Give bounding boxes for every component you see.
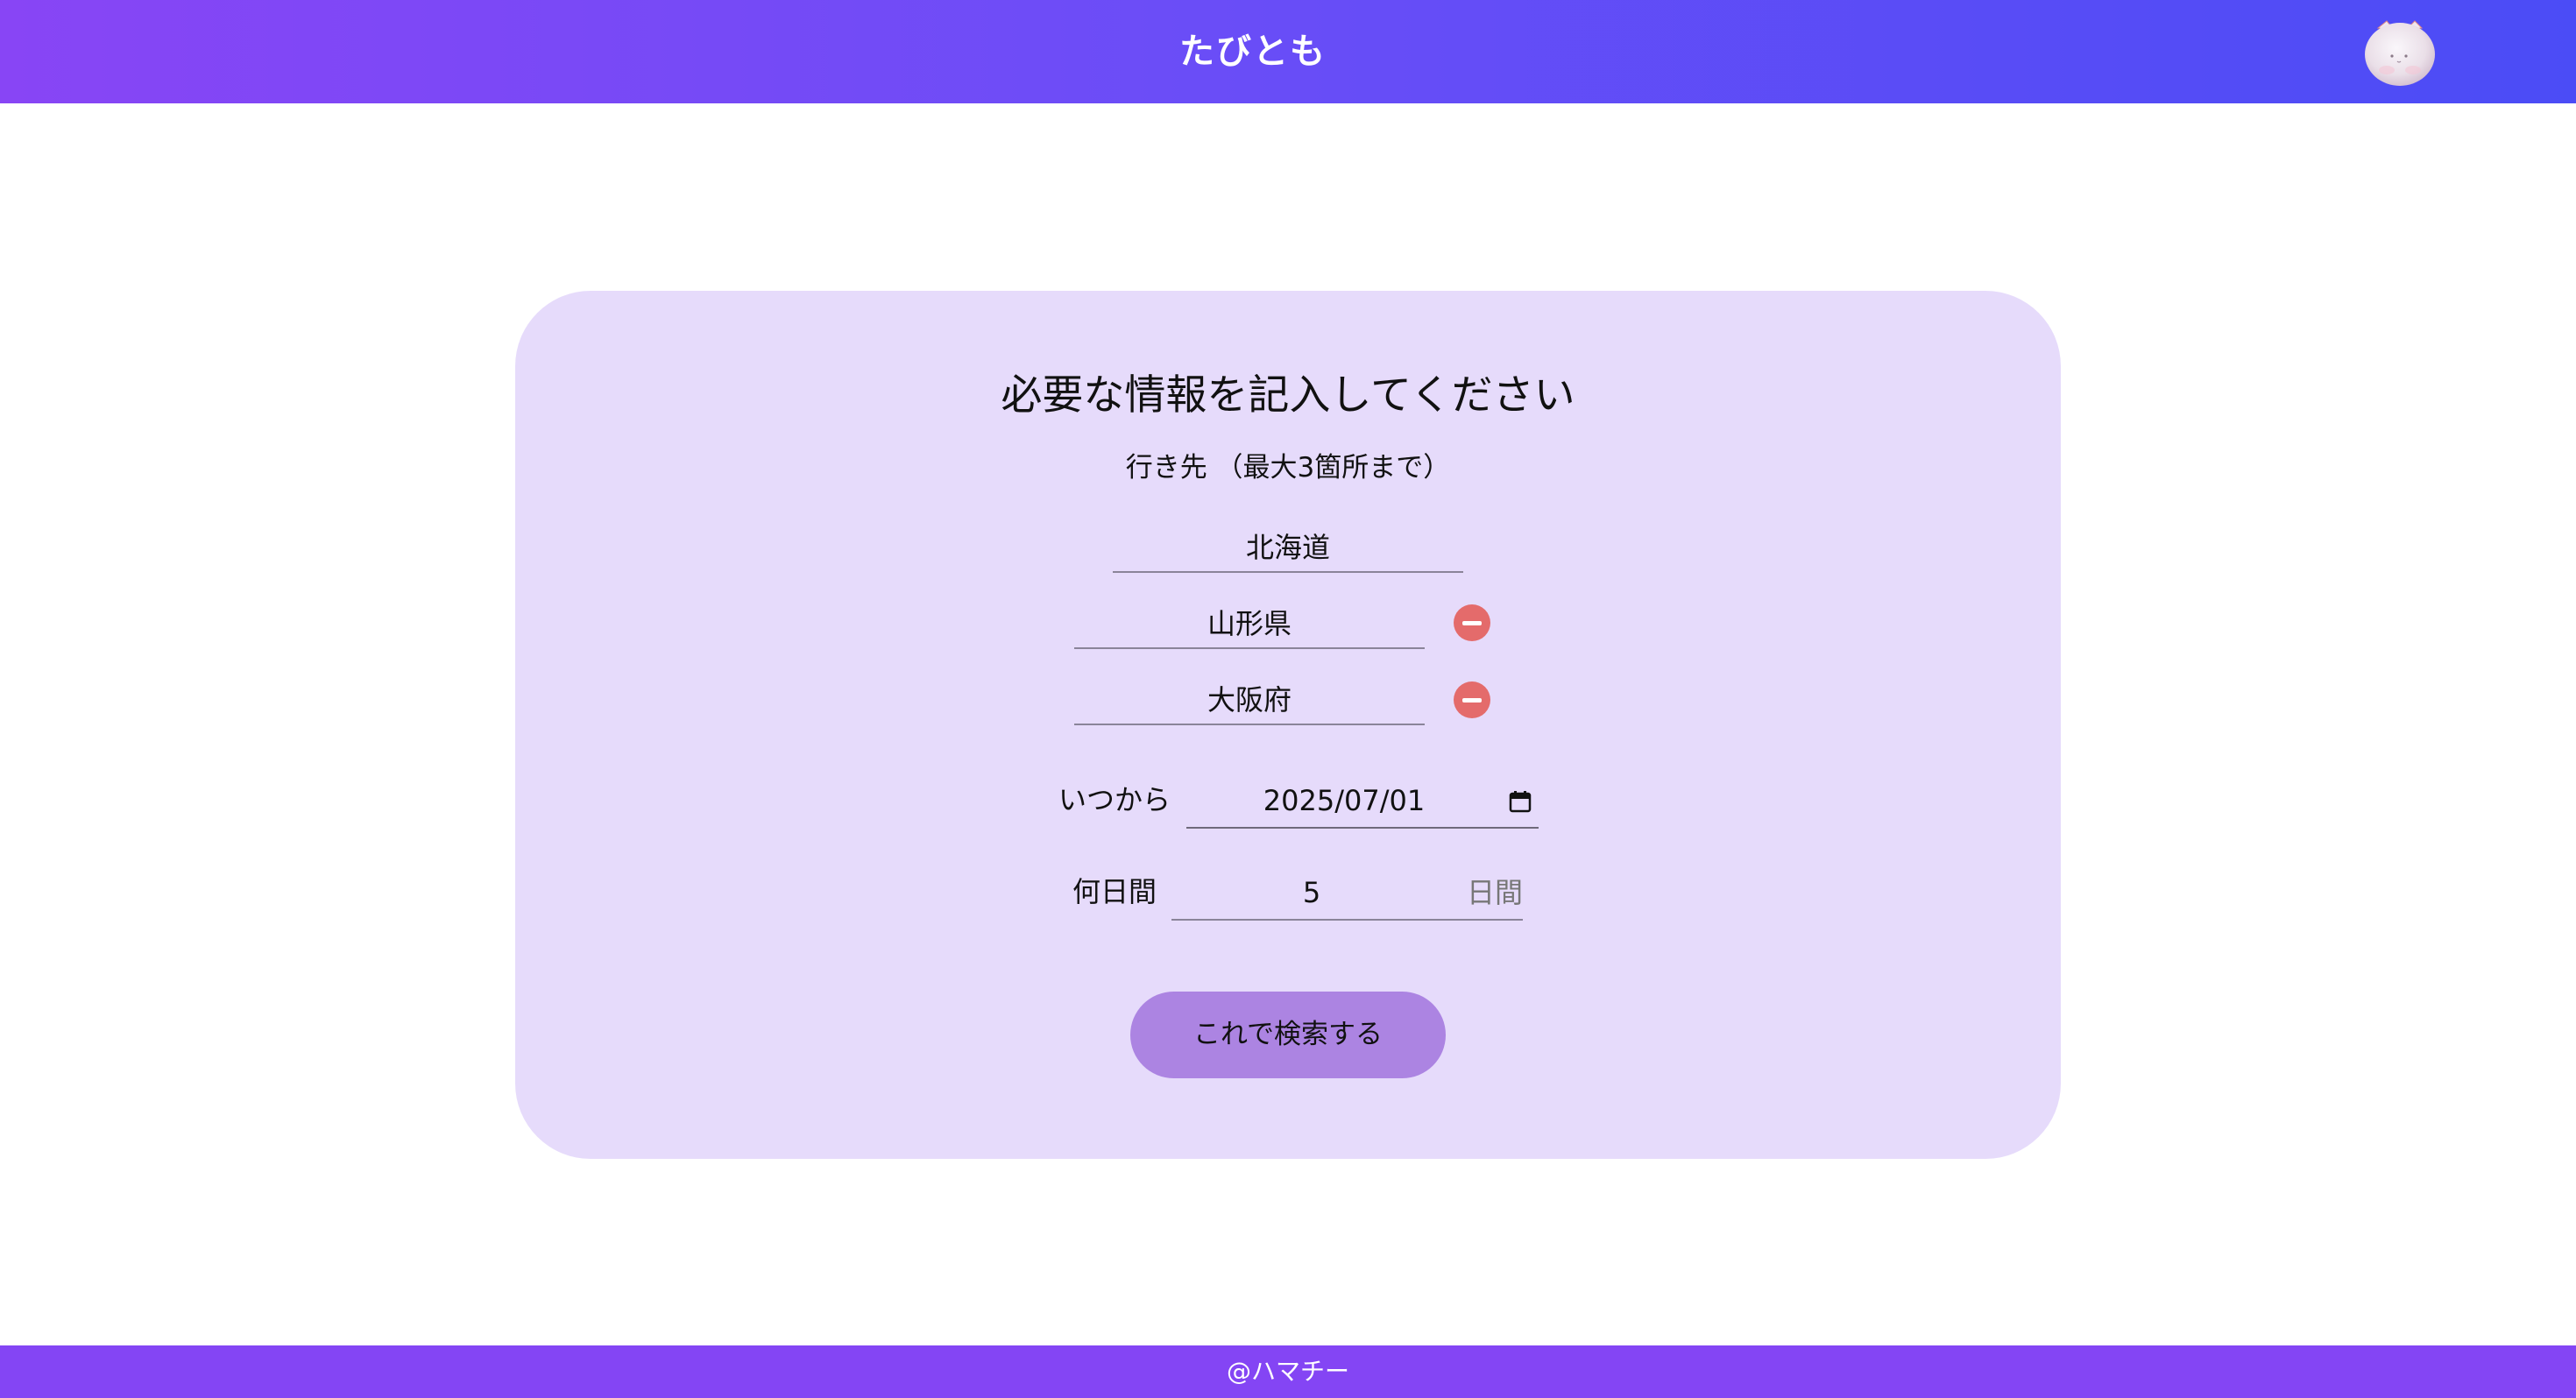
footer-credit: @ハマチー xyxy=(1226,1357,1349,1386)
app-title: たびとも xyxy=(1179,32,1327,72)
form-title: 必要な情報を記入してください xyxy=(1001,371,1575,420)
destination-input-2[interactable] xyxy=(1074,597,1425,649)
app-header: たびとも xyxy=(0,0,2576,103)
start-date-value: 2025/07/01 xyxy=(1263,784,1426,817)
start-date-label: いつから xyxy=(1058,783,1171,816)
start-date-input[interactable]: 2025/07/01 xyxy=(1186,774,1539,829)
remove-destination-2-minus-circle-icon[interactable] xyxy=(1454,604,1490,641)
destination-input-1[interactable] xyxy=(1113,520,1463,573)
search-button[interactable]: これで検索する xyxy=(1130,992,1446,1078)
days-input[interactable]: 5 日間 xyxy=(1171,866,1523,921)
search-form-card: 必要な情報を記入してください 行き先 （最大3箇所まで） いつから 2025/0… xyxy=(515,291,2061,1159)
destination-input-3[interactable] xyxy=(1074,673,1425,725)
calendar-icon[interactable] xyxy=(1509,790,1532,813)
remove-destination-3-minus-circle-icon[interactable] xyxy=(1454,681,1490,718)
user-avatar-icon[interactable] xyxy=(2362,16,2438,88)
days-value: 5 xyxy=(1302,876,1321,909)
days-label: 何日間 xyxy=(1072,875,1157,908)
days-unit-suffix: 日間 xyxy=(1466,876,1523,909)
destinations-label: 行き先 （最大3箇所まで） xyxy=(1125,452,1451,484)
app-footer: @ハマチー xyxy=(0,1345,2576,1398)
